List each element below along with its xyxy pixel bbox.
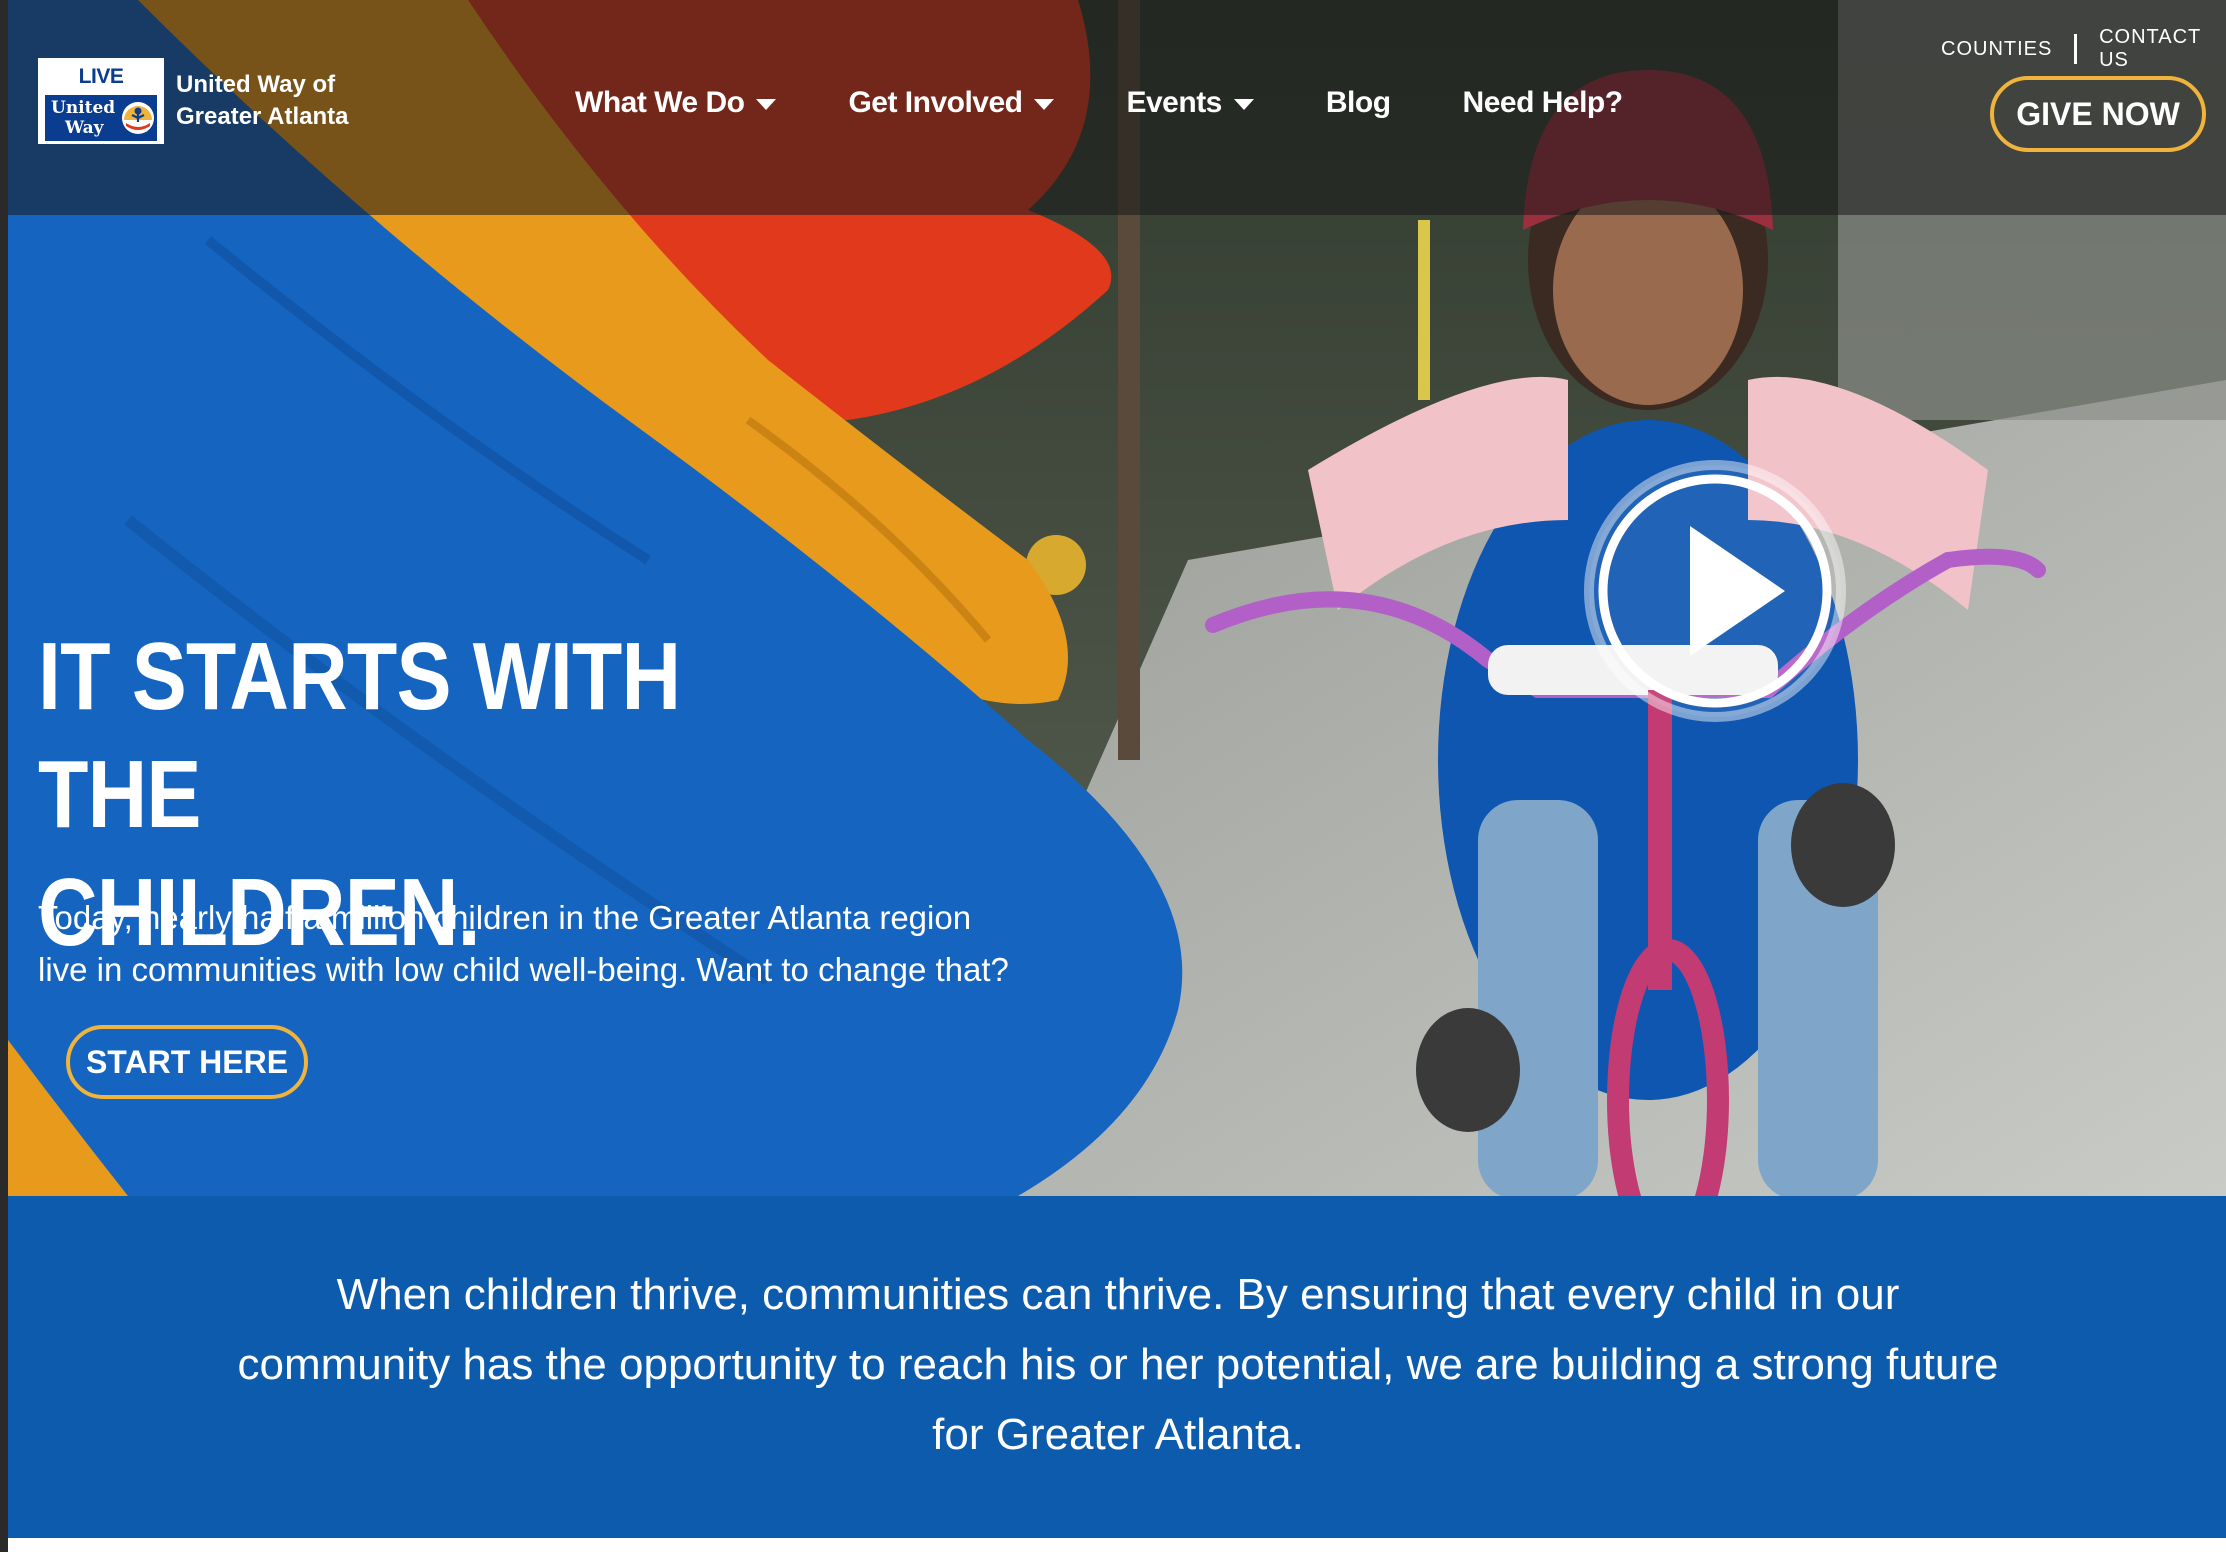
logo-wordmark: United Way [45,95,157,141]
nav-events[interactable]: Events [1126,86,1254,120]
caret-down-icon [756,99,777,110]
give-now-button[interactable]: GIVE NOW [1990,76,2206,152]
mission-statement-band: When children thrive, communities can th… [8,1196,2226,1538]
united-way-logo: LIVE UNITED United Way [38,58,164,144]
hero-subtitle: Today, nearly half a million children in… [38,892,1158,996]
page-bottom-edge [8,1538,2226,1552]
hero-subtitle-line-1: Today, nearly half a million children in… [38,899,972,936]
organization-name-line-2: Greater Atlanta [176,103,349,130]
contact-us-link[interactable]: CONTACT US [2099,26,2226,72]
nav-what-we-do[interactable]: What We Do [575,86,777,120]
logo-word-way: Way [65,118,104,138]
caret-down-icon [1034,99,1055,110]
hero-subtitle-line-2: live in communities with low child well-… [38,951,1009,988]
site-logo-link[interactable]: LIVE UNITED United Way Un [38,58,349,144]
window-edge [0,0,8,1552]
nav-get-involved[interactable]: Get Involved [848,86,1055,120]
logo-live-united-text: LIVE UNITED [41,61,161,120]
start-here-button[interactable]: START HERE [66,1025,308,1099]
hero-section: LIVE UNITED United Way Un [8,0,2226,1196]
hero-title-line-1: IT STARTS WITH THE [38,623,681,848]
nav-blog[interactable]: Blog [1326,86,1391,120]
nav-need-help-label: Need Help? [1462,86,1624,119]
utility-divider [2074,34,2078,64]
nav-blog-label: Blog [1325,86,1391,119]
organization-name-line-1: United Way of [176,71,336,98]
mission-statement-text: When children thrive, communities can th… [237,1270,1999,1459]
main-navigation: What We Do Get Involved Events Blog Need… [575,86,1695,120]
logo-word-united: United [51,98,116,118]
page: LIVE UNITED United Way Un [0,0,2226,1552]
united-way-hand-icon [122,102,154,134]
caret-down-icon [1233,99,1254,110]
site-header: LIVE UNITED United Way Un [8,0,2226,215]
nav-events-label: Events [1126,86,1222,119]
nav-get-involved-label: Get Involved [848,86,1023,119]
organization-name: United Way of Greater Atlanta [176,69,349,133]
utility-links: COUNTIES CONTACT US [1941,26,2226,72]
nav-need-help[interactable]: Need Help? [1462,86,1624,120]
nav-what-we-do-label: What We Do [575,86,745,119]
play-icon[interactable] [1580,456,1850,726]
counties-link[interactable]: COUNTIES [1941,38,2052,61]
